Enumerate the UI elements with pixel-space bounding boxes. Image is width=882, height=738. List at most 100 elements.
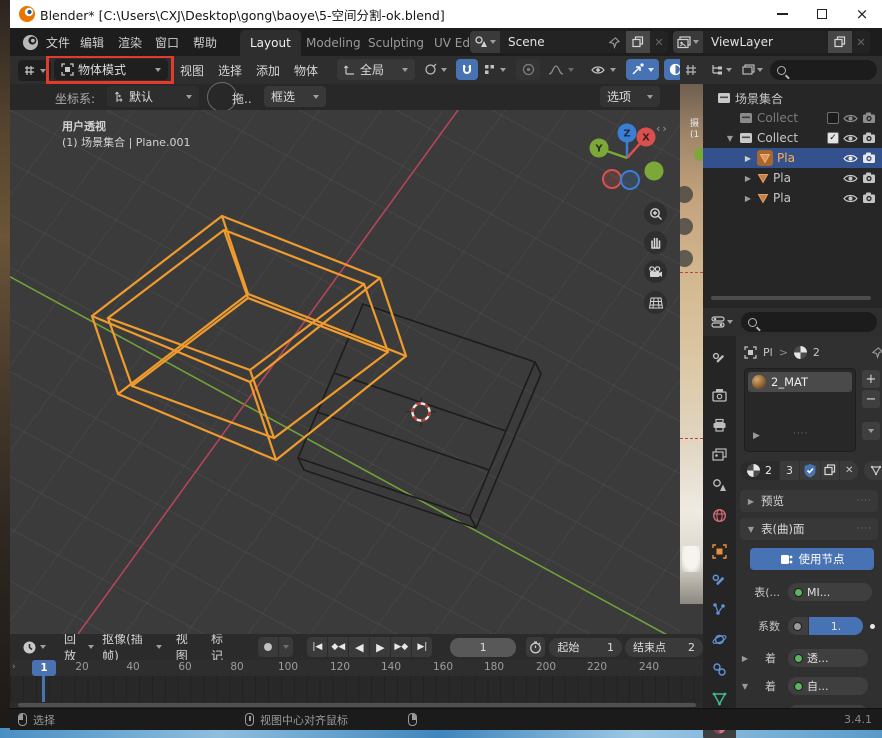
workspace-tab-sculpting[interactable]: Sculpting xyxy=(358,30,434,56)
frame-start-field[interactable]: 起始1 xyxy=(549,638,622,657)
remove-slot-button[interactable]: − xyxy=(862,390,880,408)
factor-value-slider[interactable]: 1. xyxy=(809,617,863,635)
play-reverse-button[interactable]: ◀ xyxy=(349,637,369,657)
tab-scene[interactable] xyxy=(703,472,736,498)
tab-modifiers[interactable] xyxy=(703,568,736,594)
auto-key-button[interactable] xyxy=(258,637,278,657)
slot-list-grip[interactable]: ···· xyxy=(793,429,808,439)
coord-system-dropdown[interactable]: 默认 xyxy=(107,86,199,107)
region-split-arrows[interactable]: ‹› xyxy=(656,122,669,135)
timeline-menu-view[interactable]: 视图 xyxy=(172,634,201,660)
workspace-tab-layout[interactable]: Layout xyxy=(240,30,301,56)
maximize-button[interactable] xyxy=(802,0,842,28)
current-frame-field[interactable]: 1 xyxy=(450,638,516,657)
wireframe-cube-unselected[interactable] xyxy=(298,304,541,528)
outliner-row-scene-collection[interactable]: 场景集合 xyxy=(703,88,882,108)
outliner-filter-dropdown[interactable] xyxy=(739,60,766,81)
properties-search[interactable] xyxy=(741,312,877,332)
slot-list-expand[interactable]: ▶ xyxy=(753,431,760,441)
camera-restrict-icon[interactable] xyxy=(862,152,876,164)
shader-dropdown[interactable]: 透... xyxy=(788,649,868,667)
panel-grip[interactable]: ···· xyxy=(857,496,872,506)
expand-arrow-icon[interactable]: ▼ xyxy=(725,134,735,143)
material-slot-active[interactable]: 2_MAT xyxy=(748,372,852,392)
viewlayer-browse-button[interactable] xyxy=(673,31,703,53)
menu-window[interactable]: 窗口 xyxy=(151,28,183,56)
slot-specials-button[interactable] xyxy=(862,422,880,440)
select-mode-dropdown[interactable]: 框选 xyxy=(264,86,326,107)
timeline-menu-markers[interactable]: 标记 xyxy=(207,634,236,660)
eye-icon[interactable] xyxy=(843,173,858,184)
timeline-menu-playback[interactable]: 回放 xyxy=(60,634,98,660)
gizmos-dropdown[interactable] xyxy=(626,59,659,80)
add-slot-button[interactable]: + xyxy=(862,370,880,388)
scene-new-copy-button[interactable] xyxy=(626,31,650,53)
tab-particles[interactable] xyxy=(703,596,736,622)
strip-editor-icon[interactable] xyxy=(685,64,697,76)
timeline-frames-area[interactable] xyxy=(10,676,703,702)
tab-constraints[interactable] xyxy=(703,656,736,682)
surface-shader-dropdown[interactable]: MI... xyxy=(788,583,872,601)
next-keyframe-button[interactable]: ▶◆ xyxy=(391,637,411,657)
collection-checkbox-on[interactable]: ✓ xyxy=(827,132,839,144)
viewlayer-remove-button[interactable]: ✕ xyxy=(852,31,870,53)
panel-preview[interactable]: ▶ 预览 ···· xyxy=(740,490,878,512)
properties-editor-type-dropdown[interactable] xyxy=(708,312,736,333)
expand-arrow-icon[interactable]: ▶ xyxy=(743,154,753,163)
tab-tool[interactable] xyxy=(703,346,736,372)
timeline-editor-type-dropdown[interactable] xyxy=(18,637,50,658)
camera-restrict-icon[interactable] xyxy=(862,192,876,204)
use-nodes-button[interactable]: 使用节点 xyxy=(750,548,874,570)
playhead-line[interactable] xyxy=(42,676,45,702)
material-browse-button[interactable]: 2 xyxy=(740,461,779,480)
jump-end-button[interactable]: ▶| xyxy=(412,637,432,657)
viewport-menu-object[interactable]: 物体 xyxy=(290,56,322,84)
tab-world[interactable] xyxy=(703,502,736,528)
breadcrumb-material[interactable]: 2 xyxy=(813,346,820,359)
menu-render[interactable]: 渲染 xyxy=(114,28,146,56)
scene-unlink-button[interactable]: ✕ xyxy=(650,31,668,53)
eye-icon[interactable] xyxy=(843,193,858,204)
auto-key-dropdown[interactable] xyxy=(279,637,293,657)
show-visibility-dropdown[interactable] xyxy=(586,59,621,80)
timeline-ruler[interactable]: 20 40 60 80 100 120 140 160 180 200 220 … xyxy=(10,660,703,676)
options-dropdown[interactable]: 选项 xyxy=(600,86,660,107)
eye-icon[interactable] xyxy=(843,133,858,144)
shader-dropdown[interactable]: 自... xyxy=(788,677,868,695)
snap-toggle-button[interactable] xyxy=(456,59,478,80)
wireframe-box-selected[interactable] xyxy=(92,216,406,460)
expand-arrow-icon[interactable]: ▶ xyxy=(743,194,753,203)
pin-icon[interactable] xyxy=(871,346,882,359)
ortho-toggle-button[interactable] xyxy=(644,291,667,314)
timeline-scrollbar[interactable] xyxy=(18,703,696,707)
breadcrumb-object[interactable]: Pl xyxy=(763,346,773,359)
prev-keyframe-button[interactable]: ◆◀ xyxy=(328,637,348,657)
viewlayer-name[interactable]: ViewLayer xyxy=(703,35,828,49)
panel-grip[interactable]: ···· xyxy=(857,524,872,534)
jump-start-button[interactable]: |◀ xyxy=(307,637,327,657)
viewport-menu-select[interactable]: 选择 xyxy=(214,56,246,84)
tab-view-layer[interactable] xyxy=(703,442,736,468)
play-button[interactable]: ▶ xyxy=(370,637,390,657)
outliner-row-object-active[interactable]: ▶ Pla xyxy=(703,148,882,168)
field-expand-icon[interactable]: ▶ xyxy=(740,654,750,663)
outliner-display-mode-dropdown[interactable] xyxy=(708,60,735,81)
expand-arrow-icon[interactable]: ▶ xyxy=(743,174,753,183)
snap-mode-dropdown[interactable] xyxy=(480,59,510,80)
outliner-row-object[interactable]: ▶ Pla xyxy=(703,168,882,188)
factor-socket-button[interactable] xyxy=(788,617,808,635)
tab-output[interactable] xyxy=(703,412,736,438)
minimize-button[interactable] xyxy=(762,0,802,28)
navigation-gizmo[interactable]: Z X Y xyxy=(590,124,664,190)
scene-name[interactable]: Scene xyxy=(500,35,608,49)
camera-view-button[interactable] xyxy=(644,260,667,283)
menu-file[interactable]: 文件 xyxy=(42,28,74,56)
menu-edit[interactable]: 编辑 xyxy=(76,28,108,56)
close-button[interactable]: × xyxy=(842,0,882,28)
camera-restrict-icon[interactable] xyxy=(862,172,876,184)
outliner-search[interactable] xyxy=(770,60,877,80)
camera-restrict-icon[interactable] xyxy=(862,112,876,124)
proportional-edit-button[interactable] xyxy=(516,59,540,80)
camera-restrict-icon[interactable] xyxy=(862,132,876,144)
eye-icon[interactable] xyxy=(843,153,858,164)
